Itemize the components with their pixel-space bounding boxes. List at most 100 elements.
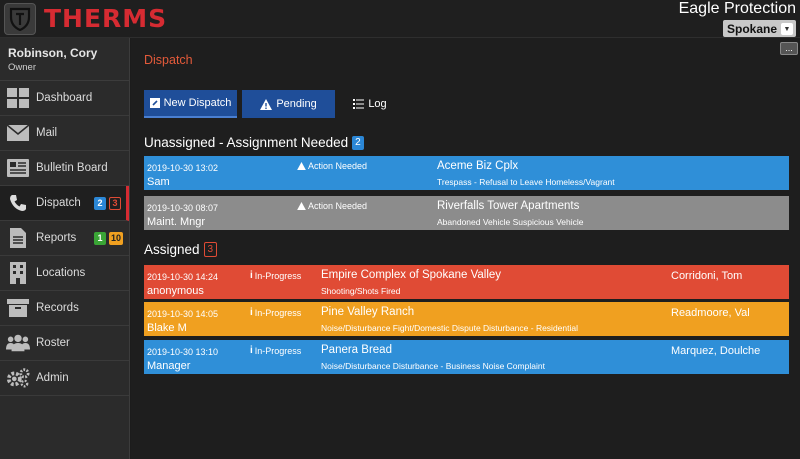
gears-icon xyxy=(6,367,30,389)
row-datetime: 2019-10-30 13:10 xyxy=(147,347,219,357)
row-caller: Blake M xyxy=(147,322,187,334)
sidebar-item-reports[interactable]: Reports 1 10 xyxy=(0,221,129,256)
assigned-count-badge: 3 xyxy=(203,242,218,257)
sidebar-item-label: Records xyxy=(36,302,79,314)
sidebar-item-label: Admin xyxy=(36,372,69,384)
sidebar: Robinson, Cory Owner Dashboard Mail Bull… xyxy=(0,38,130,459)
row-location: Empire Complex of Spokane Valley xyxy=(321,269,502,281)
sidebar-item-locations[interactable]: Locations xyxy=(0,256,129,291)
row-status: i In-Progress xyxy=(250,270,301,281)
row-status-text: In-Progress xyxy=(254,270,302,281)
people-icon xyxy=(6,332,30,354)
row-caller: Sam xyxy=(147,176,170,188)
bulletin-board-icon xyxy=(6,157,30,179)
list-icon xyxy=(353,99,365,109)
document-icon xyxy=(6,227,30,249)
sidebar-item-label: Dispatch xyxy=(36,197,81,209)
unassigned-count-badge: 2 xyxy=(94,197,106,210)
unassigned-count-badge: 2 xyxy=(352,135,364,150)
sidebar-item-label: Roster xyxy=(36,337,70,349)
archive-icon xyxy=(6,297,30,319)
row-status-text: In-Progress xyxy=(254,307,302,318)
location-select-value: Spokane xyxy=(726,22,777,36)
top-header: THERMS Eagle Protection Spokane ▼ xyxy=(0,0,800,38)
row-status-text: Action Needed xyxy=(308,201,368,211)
row-incident-types: Abandoned Vehicle Suspicious Vehicle xyxy=(437,217,584,227)
log-label: Log xyxy=(368,98,387,110)
new-dispatch-button[interactable]: New Dispatch xyxy=(144,90,237,118)
main-content: Dispatch ... New Dispatch Pending Log Un… xyxy=(131,38,800,459)
unassigned-row[interactable]: 2019-10-30 13:02 Sam Action Needed Aceme… xyxy=(144,156,789,190)
sidebar-item-records[interactable]: Records xyxy=(0,291,129,326)
sidebar-item-label: Mail xyxy=(36,127,58,139)
row-incident-types: Trespass - Refusal to Leave Homeless/Vag… xyxy=(437,177,615,187)
row-location: Riverfalls Tower Apartments xyxy=(437,200,580,212)
row-assigned-officer: Corridoni, Tom xyxy=(671,270,743,282)
row-incident-types: Shooting/Shots Fired xyxy=(321,286,401,296)
assigned-row[interactable]: 2019-10-30 14:05 Blake M i In-Progress P… xyxy=(144,302,789,336)
assigned-section-title: Assigned 3 xyxy=(144,242,218,257)
edit-icon xyxy=(149,98,160,108)
row-incident-types: Noise/Disturbance Disturbance - Business… xyxy=(321,361,545,371)
location-select[interactable]: Spokane ▼ xyxy=(722,20,796,37)
unassigned-title-text: Unassigned - Assignment Needed xyxy=(144,135,349,150)
user-role: Owner xyxy=(8,62,36,73)
reports-orange-badge: 10 xyxy=(109,232,124,245)
warning-icon xyxy=(297,202,306,210)
user-name: Robinson, Cory xyxy=(8,46,98,60)
sidebar-item-mail[interactable]: Mail xyxy=(0,116,129,151)
pending-button[interactable]: Pending xyxy=(242,90,335,118)
row-assigned-officer: Marquez, Doulche xyxy=(671,345,761,357)
assigned-row[interactable]: 2019-10-30 13:10 Manager i In-Progress P… xyxy=(144,340,789,374)
more-options-button[interactable]: ... xyxy=(780,42,798,55)
row-location: Aceme Biz Cplx xyxy=(437,160,519,172)
mail-icon xyxy=(6,122,30,144)
assigned-count-badge: 3 xyxy=(109,197,121,210)
row-status: Action Needed xyxy=(297,161,367,171)
sidebar-item-admin[interactable]: Admin xyxy=(0,361,129,396)
reports-badges: 1 10 xyxy=(94,232,124,245)
user-info[interactable]: Robinson, Cory Owner xyxy=(0,38,129,81)
row-incident-types: Noise/Disturbance Fight/Domestic Dispute… xyxy=(321,323,578,333)
log-button[interactable]: Log xyxy=(342,90,398,118)
new-dispatch-label: New Dispatch xyxy=(163,97,232,109)
assigned-row[interactable]: 2019-10-30 14:24 anonymous i In-Progress… xyxy=(144,265,789,299)
row-status: Action Needed xyxy=(297,201,367,211)
unassigned-section-title: Unassigned - Assignment Needed 2 xyxy=(144,135,364,150)
warning-icon xyxy=(297,162,306,170)
row-datetime: 2019-10-30 08:07 xyxy=(147,203,219,213)
row-location: Pine Valley Ranch xyxy=(321,306,415,318)
row-caller: anonymous xyxy=(147,285,204,297)
building-icon xyxy=(6,262,30,284)
sidebar-item-dispatch[interactable]: Dispatch 2 3 xyxy=(0,186,129,221)
row-status: i In-Progress xyxy=(250,345,301,356)
row-caller: Manager xyxy=(147,360,191,372)
organization-name: Eagle Protection xyxy=(678,0,796,17)
sidebar-item-label: Dashboard xyxy=(36,92,93,104)
sidebar-item-dashboard[interactable]: Dashboard xyxy=(0,81,129,116)
info-icon: i xyxy=(250,307,253,318)
row-datetime: 2019-10-30 14:05 xyxy=(147,309,219,319)
unassigned-row[interactable]: 2019-10-30 08:07 Maint. Mngr Action Need… xyxy=(144,196,789,230)
info-icon: i xyxy=(250,270,253,281)
dashboard-icon xyxy=(6,87,30,109)
assigned-title-text: Assigned xyxy=(144,242,200,257)
row-status-text: In-Progress xyxy=(254,345,302,356)
sidebar-item-roster[interactable]: Roster xyxy=(0,326,129,361)
row-status: i In-Progress xyxy=(250,307,301,318)
app-logo-text[interactable]: THERMS xyxy=(44,4,167,33)
sidebar-item-label: Bulletin Board xyxy=(36,162,108,174)
pending-label: Pending xyxy=(276,98,317,110)
logo-shield-icon[interactable] xyxy=(4,3,36,35)
row-datetime: 2019-10-30 14:24 xyxy=(147,272,219,282)
row-location: Panera Bread xyxy=(321,344,392,356)
row-caller: Maint. Mngr xyxy=(147,216,206,228)
dispatch-badges: 2 3 xyxy=(94,197,121,210)
sidebar-item-label: Reports xyxy=(36,232,77,244)
sidebar-item-label: Locations xyxy=(36,267,86,279)
row-datetime: 2019-10-30 13:02 xyxy=(147,163,219,173)
sidebar-item-bulletin-board[interactable]: Bulletin Board xyxy=(0,151,129,186)
row-assigned-officer: Readmoore, Val xyxy=(671,307,750,319)
row-status-text: Action Needed xyxy=(308,161,368,171)
page-title: Dispatch xyxy=(144,53,193,67)
